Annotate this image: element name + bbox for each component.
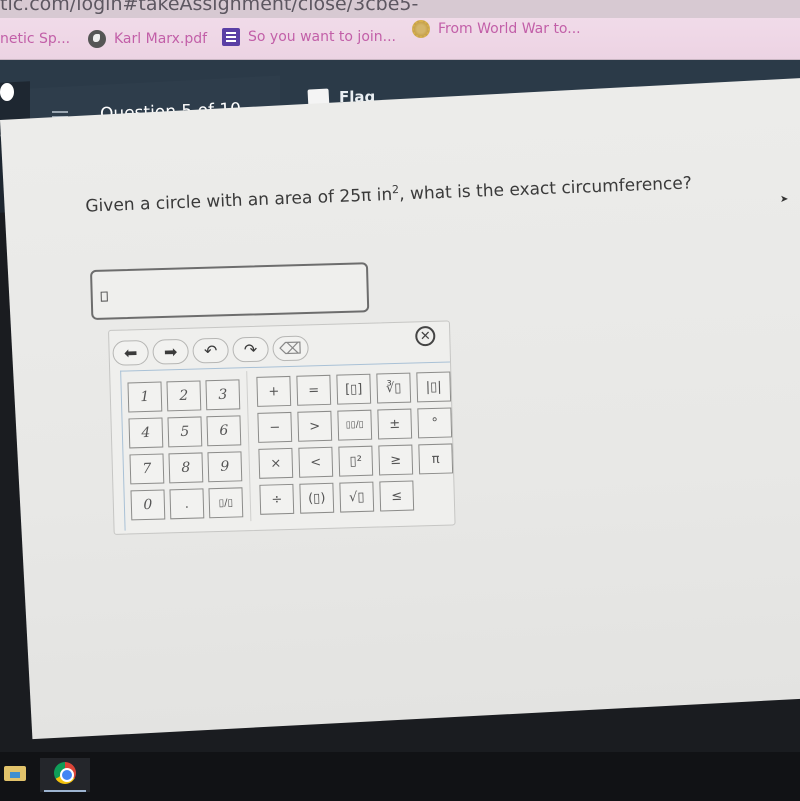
- key-label: ÷: [271, 491, 283, 508]
- close-keypad-button[interactable]: ✕: [415, 325, 436, 347]
- key-8[interactable]: 8: [168, 452, 204, 484]
- key-label: °: [431, 415, 439, 431]
- key-label: ▯▯/▯: [345, 419, 364, 431]
- key-less-than[interactable]: <: [298, 446, 334, 478]
- key-1[interactable]: 1: [127, 381, 163, 413]
- backspace-button[interactable]: ⌫: [272, 335, 309, 362]
- key-label: ▯²: [349, 453, 363, 469]
- key-label: 3: [218, 386, 228, 403]
- key-label: =: [308, 382, 320, 398]
- key-plus-minus[interactable]: ±: [377, 408, 413, 440]
- left-arrow-button[interactable]: ⬅: [112, 339, 149, 366]
- file-explorer-icon[interactable]: [4, 766, 26, 781]
- key-square-root[interactable]: √▯: [339, 481, 375, 513]
- key-exponent[interactable]: ▯²: [338, 445, 374, 477]
- taskbar: [0, 752, 800, 801]
- undo-icon: ↶: [203, 340, 218, 361]
- key-label: 0: [143, 496, 153, 514]
- key-4[interactable]: 4: [128, 417, 164, 449]
- question-text-part: Given a circle with an area of 25π in: [85, 184, 393, 217]
- key-label: 4: [141, 424, 151, 442]
- key-label: 1: [140, 388, 150, 406]
- left-arrow-icon: ⬅: [123, 343, 138, 363]
- key-label: 2: [179, 387, 189, 405]
- key-divide[interactable]: ÷: [259, 483, 295, 515]
- key-label: +: [268, 383, 280, 400]
- key-label: ▯/▯: [218, 497, 234, 509]
- key-label: ∛▯: [385, 380, 402, 396]
- chrome-taskbar-button[interactable]: [40, 758, 90, 792]
- key-greater-equal[interactable]: ≥: [378, 444, 414, 476]
- undo-button[interactable]: ↶: [192, 337, 229, 364]
- key-label: 6: [219, 422, 229, 439]
- key-brackets[interactable]: [▯]: [336, 373, 372, 405]
- chrome-icon: [54, 762, 76, 784]
- key-label: .: [184, 496, 190, 512]
- key-less-equal[interactable]: ≤: [379, 480, 415, 512]
- key-pi[interactable]: π: [418, 443, 454, 475]
- key-label: >: [309, 418, 321, 434]
- key-label: ×: [270, 455, 282, 472]
- key-7[interactable]: 7: [129, 453, 165, 485]
- key-fraction[interactable]: ▯/▯: [208, 487, 244, 519]
- redo-icon: ↷: [243, 339, 258, 360]
- key-label: −: [269, 419, 281, 436]
- key-label: 5: [180, 423, 190, 441]
- key-label: √▯: [348, 489, 365, 505]
- key-label: |▯|: [425, 379, 442, 395]
- mouse-cursor-icon: ➤: [780, 194, 789, 205]
- question-text-part: , what is the exact circumference?: [398, 173, 693, 205]
- close-icon: ✕: [419, 328, 431, 344]
- key-0[interactable]: 0: [130, 489, 166, 521]
- key-6[interactable]: 6: [206, 415, 242, 447]
- key-parentheses[interactable]: (▯): [299, 482, 335, 514]
- key-mixed-number[interactable]: ▯▯/▯: [337, 409, 373, 441]
- redo-button[interactable]: ↷: [232, 336, 269, 363]
- key-label: <: [310, 454, 322, 470]
- question-content: Given a circle with an area of 25π in 2 , …: [0, 0, 800, 801]
- key-plus[interactable]: +: [256, 375, 292, 407]
- key-multiply[interactable]: ×: [258, 447, 294, 479]
- key-label: (▯): [307, 490, 326, 506]
- key-equals[interactable]: =: [296, 374, 332, 406]
- cursor-placeholder-icon: [100, 291, 108, 302]
- key-label: 8: [181, 459, 191, 477]
- key-5[interactable]: 5: [167, 416, 203, 448]
- key-nth-root[interactable]: ∛▯: [376, 372, 412, 404]
- right-arrow-button[interactable]: ➡: [152, 338, 189, 365]
- right-arrow-icon: ➡: [163, 342, 178, 362]
- key-greater-than[interactable]: >: [297, 410, 333, 442]
- math-keypad: ⬅ ➡ ↶ ↷ ⌫ ✕ 1 2 3 4 5 6 7 8 9 0 . ▯/▯ + …: [108, 320, 456, 535]
- key-absolute-value[interactable]: |▯|: [416, 371, 452, 403]
- key-3[interactable]: 3: [205, 379, 241, 411]
- answer-input[interactable]: [90, 262, 370, 320]
- key-label: [▯]: [344, 381, 363, 397]
- key-label: 9: [220, 458, 230, 475]
- key-label: 7: [142, 460, 152, 478]
- key-9[interactable]: 9: [207, 451, 243, 483]
- key-decimal[interactable]: .: [169, 488, 205, 520]
- key-label: ±: [389, 416, 401, 432]
- key-label: ≥: [390, 452, 402, 468]
- key-2[interactable]: 2: [166, 380, 202, 412]
- backspace-icon: ⌫: [279, 338, 303, 359]
- key-minus[interactable]: −: [257, 411, 293, 443]
- key-degree[interactable]: °: [417, 407, 453, 439]
- question-text: Given a circle with an area of 25π in2, …: [85, 172, 693, 217]
- key-label: π: [431, 451, 440, 467]
- key-label: ≤: [391, 488, 403, 504]
